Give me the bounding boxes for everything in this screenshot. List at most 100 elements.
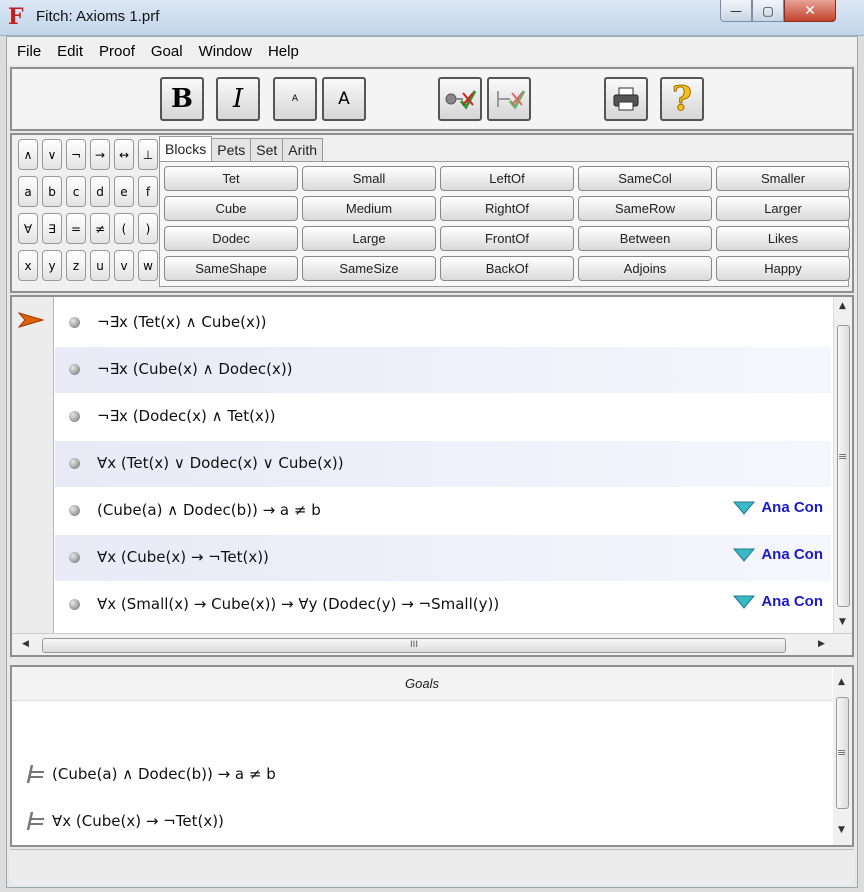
- symbol-button[interactable]: d: [90, 176, 110, 207]
- rule-selector[interactable]: Ana Con: [733, 593, 823, 610]
- proof-step[interactable]: ∀x (Small(x) → Cube(x)) → ∀y (Dodec(y) →…: [55, 582, 831, 628]
- symbol-button[interactable]: f: [138, 176, 158, 207]
- symbol-button[interactable]: z: [66, 250, 86, 281]
- step-formula[interactable]: ∀x (Tet(x) ∨ Dodec(x) ∨ Cube(x)): [97, 454, 344, 472]
- step-formula[interactable]: (Cube(a) ∧ Dodec(b)) → a ≠ b: [97, 501, 321, 519]
- predicate-button-backof[interactable]: BackOf: [440, 256, 574, 281]
- symbol-button[interactable]: c: [66, 176, 86, 207]
- predicate-button-leftof[interactable]: LeftOf: [440, 166, 574, 191]
- verify-step-button[interactable]: [438, 77, 482, 121]
- proof-step[interactable]: ¬∃x (Dodec(x) ∧ Tet(x)): [55, 394, 831, 440]
- goal-item[interactable]: (Cube(a) ∧ Dodec(b)) → a ≠ b: [26, 761, 276, 787]
- symbol-button[interactable]: ∨: [42, 139, 62, 170]
- tab-blocks[interactable]: Blocks: [159, 136, 213, 162]
- predicate-button-samecol[interactable]: SameCol: [578, 166, 712, 191]
- proof-step[interactable]: ¬∃x (Tet(x) ∧ Cube(x)): [55, 300, 831, 346]
- menu-window[interactable]: Window: [199, 43, 252, 60]
- rule-dropdown-icon[interactable]: [733, 594, 756, 610]
- menu-proof[interactable]: Proof: [99, 43, 135, 60]
- step-formula[interactable]: ¬∃x (Dodec(x) ∧ Tet(x)): [97, 407, 276, 425]
- symbol-button[interactable]: ¬: [66, 139, 86, 170]
- proof-scroll-thumb[interactable]: ≡: [837, 325, 850, 607]
- verify-goal-button[interactable]: [487, 77, 531, 121]
- goals-scroll-thumb[interactable]: ≡: [836, 697, 849, 809]
- step-formula[interactable]: ¬∃x (Cube(x) ∧ Dodec(x)): [97, 360, 293, 378]
- symbol-button[interactable]: a: [18, 176, 38, 207]
- symbol-button[interactable]: x: [18, 250, 38, 281]
- predicate-button-tet[interactable]: Tet: [164, 166, 298, 191]
- symbol-button[interactable]: (: [114, 213, 134, 244]
- scroll-right-icon[interactable]: ▶: [818, 639, 825, 649]
- goal-item[interactable]: ∀x (Cube(x) → ¬Tet(x)): [26, 808, 224, 834]
- predicate-button-small[interactable]: Small: [302, 166, 436, 191]
- symbol-button[interactable]: =: [66, 213, 86, 244]
- minimize-button[interactable]: —: [720, 0, 752, 22]
- predicate-button-smaller[interactable]: Smaller: [716, 166, 850, 191]
- horizontal-scroll-thumb[interactable]: III: [42, 638, 786, 653]
- help-button[interactable]: ?: [660, 77, 704, 121]
- goals-scroll-down-icon[interactable]: ▼: [838, 825, 845, 835]
- symbol-button[interactable]: ≠: [90, 213, 110, 244]
- proof-step[interactable]: ∀x (Cube(x) → ¬Tet(x)) Ana Con: [55, 535, 831, 581]
- goals-scroll-up-icon[interactable]: ▲: [838, 677, 845, 687]
- predicate-button-adjoins[interactable]: Adjoins: [578, 256, 712, 281]
- step-formula[interactable]: ¬∃x (Tet(x) ∧ Cube(x)): [97, 313, 267, 331]
- predicate-button-dodec[interactable]: Dodec: [164, 226, 298, 251]
- symbol-button[interactable]: ∧: [18, 139, 38, 170]
- menu-help[interactable]: Help: [268, 43, 299, 60]
- predicate-button-frontof[interactable]: FrontOf: [440, 226, 574, 251]
- symbol-button[interactable]: ↔: [114, 139, 134, 170]
- close-button[interactable]: ✕: [784, 0, 836, 22]
- italic-button[interactable]: I: [216, 77, 260, 121]
- proof-step[interactable]: (Cube(a) ∧ Dodec(b)) → a ≠ b Ana Con: [55, 488, 831, 534]
- scroll-down-icon[interactable]: ▼: [839, 617, 846, 627]
- symbol-button[interactable]: y: [42, 250, 62, 281]
- tab-arith[interactable]: Arith: [282, 138, 324, 162]
- menu-goal[interactable]: Goal: [151, 43, 183, 60]
- step-formula[interactable]: ∀x (Cube(x) → ¬Tet(x)): [97, 548, 269, 566]
- symbol-button[interactable]: ∃: [42, 213, 62, 244]
- menu-file[interactable]: File: [17, 43, 41, 60]
- proof-step[interactable]: ∀x (Tet(x) ∨ Dodec(x) ∨ Cube(x)): [55, 441, 831, 487]
- predicate-button-samerow[interactable]: SameRow: [578, 196, 712, 221]
- decrease-font-button[interactable]: A: [273, 77, 317, 121]
- proof-horizontal-scrollbar[interactable]: ◀ III ▶: [12, 633, 852, 655]
- tab-pets[interactable]: Pets: [211, 138, 252, 162]
- rule-dropdown-icon[interactable]: [733, 500, 756, 516]
- symbol-button[interactable]: →: [90, 139, 110, 170]
- rule-selector[interactable]: Ana Con: [733, 546, 823, 563]
- predicate-button-sameshape[interactable]: SameShape: [164, 256, 298, 281]
- maximize-button[interactable]: ▢: [752, 0, 784, 22]
- predicate-button-likes[interactable]: Likes: [716, 226, 850, 251]
- predicate-button-cube[interactable]: Cube: [164, 196, 298, 221]
- symbol-button[interactable]: u: [90, 250, 110, 281]
- goals-vertical-scrollbar[interactable]: ▲ ≡ ▼: [833, 667, 852, 845]
- increase-font-button[interactable]: A: [322, 77, 366, 121]
- proof-step[interactable]: ¬∃x (Cube(x) ∧ Dodec(x)): [55, 347, 831, 393]
- predicate-button-large[interactable]: Large: [302, 226, 436, 251]
- predicate-button-rightof[interactable]: RightOf: [440, 196, 574, 221]
- italic-glyph: I: [232, 84, 244, 114]
- predicate-button-samesize[interactable]: SameSize: [302, 256, 436, 281]
- symbol-button[interactable]: b: [42, 176, 62, 207]
- rule-dropdown-icon[interactable]: [733, 547, 756, 563]
- symbol-button[interactable]: e: [114, 176, 134, 207]
- predicate-button-happy[interactable]: Happy: [716, 256, 850, 281]
- tab-set[interactable]: Set: [250, 138, 284, 162]
- symbol-button[interactable]: w: [138, 250, 158, 281]
- symbol-button[interactable]: v: [114, 250, 134, 281]
- predicate-button-medium[interactable]: Medium: [302, 196, 436, 221]
- proof-vertical-scrollbar[interactable]: ▲ ≡ ▼: [833, 297, 852, 633]
- scroll-left-icon[interactable]: ◀: [22, 639, 29, 649]
- symbol-button[interactable]: ⊥: [138, 139, 158, 170]
- bold-button[interactable]: B: [160, 77, 204, 121]
- scroll-up-icon[interactable]: ▲: [839, 301, 846, 311]
- rule-selector[interactable]: Ana Con: [733, 499, 823, 516]
- predicate-button-larger[interactable]: Larger: [716, 196, 850, 221]
- menu-edit[interactable]: Edit: [57, 43, 83, 60]
- step-formula[interactable]: ∀x (Small(x) → Cube(x)) → ∀y (Dodec(y) →…: [97, 595, 499, 613]
- print-button[interactable]: [604, 77, 648, 121]
- symbol-button[interactable]: ∀: [18, 213, 38, 244]
- predicate-button-between[interactable]: Between: [578, 226, 712, 251]
- symbol-button[interactable]: ): [138, 213, 158, 244]
